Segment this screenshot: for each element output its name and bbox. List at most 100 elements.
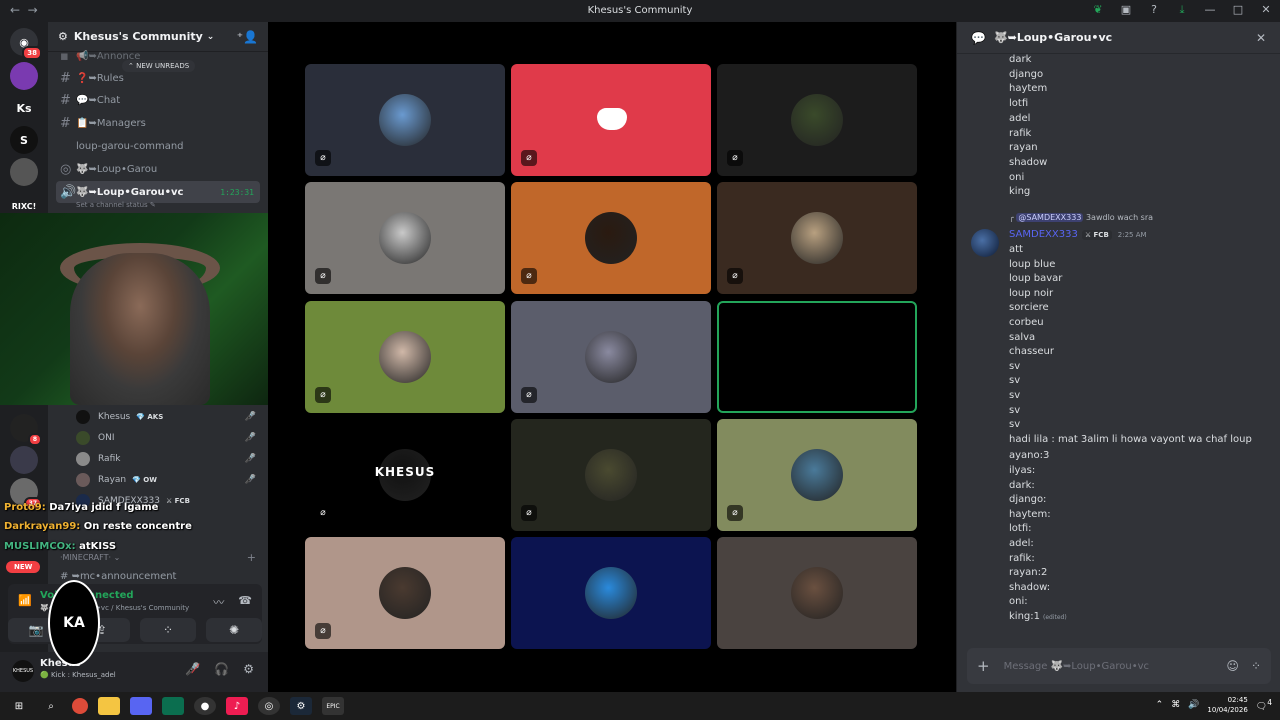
close-icon[interactable]: ✕: [1256, 31, 1266, 45]
video-tile[interactable]: ⌀: [511, 301, 711, 413]
hash-icon: #: [60, 70, 71, 86]
channel-managers[interactable]: # 📋➥Managers: [56, 113, 260, 133]
soundboard-button[interactable]: ✺: [206, 618, 262, 642]
message-author[interactable]: SAMDEXX333 ⚔ FCB 2:25 AM: [1009, 229, 1147, 240]
mic-muted-icon[interactable]: 🎤̸: [185, 662, 200, 676]
app-icon[interactable]: [162, 697, 184, 715]
download-icon[interactable]: ⤓: [1174, 3, 1190, 17]
discord-logo-icon: [597, 108, 627, 130]
avatar: [76, 431, 90, 445]
file-explorer-icon[interactable]: [98, 697, 120, 715]
video-tile[interactable]: ⌀: [511, 64, 711, 176]
disconnect-icon[interactable]: ☎: [238, 594, 252, 610]
help-icon[interactable]: ?: [1146, 3, 1162, 17]
chevron-up-icon[interactable]: ⌃: [1156, 700, 1164, 710]
obs-icon[interactable]: ●: [194, 697, 216, 715]
video-tile[interactable]: ⌀: [511, 419, 711, 531]
video-tile[interactable]: ⌀: [717, 419, 917, 531]
voice-user[interactable]: Rafik 🎤̸: [76, 449, 256, 469]
avatar[interactable]: KHESUS: [12, 660, 34, 682]
video-tile[interactable]: ⌀: [305, 182, 505, 294]
minimize-icon[interactable]: —: [1202, 3, 1218, 17]
stream-chat-line: MUSLIMCOx: atKISS: [4, 541, 117, 552]
muted-icon: ⌀: [727, 150, 743, 166]
server-icon: ⚙: [58, 30, 68, 43]
video-tile[interactable]: [717, 537, 917, 649]
server-icon-4[interactable]: [10, 158, 38, 186]
voice-user[interactable]: ONI 🎤̸: [76, 428, 256, 448]
chat-message-line: shadow: [1009, 156, 1048, 168]
category-minecraft[interactable]: ·MINECRAFT· ⌄ +: [60, 551, 260, 564]
tiktok-icon[interactable]: ♪: [226, 697, 248, 715]
voice-user[interactable]: Rayan 💎 OW 🎤̸: [76, 470, 256, 490]
server-icon-6[interactable]: [10, 446, 38, 474]
avatar[interactable]: [971, 229, 999, 257]
avatar: [791, 212, 843, 264]
activities-button[interactable]: ⁘: [140, 618, 196, 642]
muted-icon: ⌀: [315, 623, 331, 639]
chat-message-line: sv: [1009, 419, 1021, 431]
app-icon[interactable]: ◎: [258, 697, 280, 715]
video-tile[interactable]: ⌀: [511, 182, 711, 294]
settings-gear-icon[interactable]: ⚙: [243, 662, 254, 676]
add-attachment-icon[interactable]: +: [977, 657, 990, 675]
add-channel-icon[interactable]: +: [247, 551, 256, 564]
discord-home-icon[interactable]: ◉ 38: [10, 28, 42, 60]
activities-icon: ⁘: [162, 623, 174, 637]
video-tile[interactable]: ⌀: [717, 182, 917, 294]
muted-icon: ⌀: [521, 387, 537, 403]
server-icon-5[interactable]: 8: [10, 414, 42, 446]
headphones-icon[interactable]: 🎧: [214, 662, 229, 676]
server-icon-s[interactable]: S: [10, 126, 38, 154]
channel-status-hint[interactable]: Set a channel status ✎: [76, 201, 156, 209]
channel-announce-icon: ▪: [60, 48, 69, 64]
search-icon[interactable]: ⌕: [40, 697, 62, 715]
chat-message-line: chasseur: [1009, 346, 1054, 358]
new-unreads-pill[interactable]: ⌃ NEW UNREADS: [122, 60, 196, 72]
channel-loup-garou[interactable]: ◎ 🐺➥Loup•Garou: [56, 159, 260, 179]
muted-icon: ⌀: [315, 387, 331, 403]
steam-icon[interactable]: ⚙: [290, 697, 312, 715]
clock[interactable]: 02:45 10/04/2026: [1207, 695, 1247, 715]
video-tile[interactable]: ⌀: [305, 64, 505, 176]
chat-message-line: dark:: [1009, 479, 1035, 491]
channel-loup-garou-vc[interactable]: 🔊 🐺➥Loup•Garou•vc 1:23:31: [56, 181, 260, 203]
video-tile[interactable]: ⌀: [305, 537, 505, 649]
windows-start-icon[interactable]: ⊞: [8, 697, 30, 715]
network-icon[interactable]: ⌘: [1171, 700, 1180, 710]
new-pill[interactable]: NEW: [6, 561, 41, 573]
server-icon-1[interactable]: [10, 62, 38, 90]
epic-games-icon[interactable]: EPIC: [322, 697, 344, 715]
notification-icon[interactable]: 🗨4: [1256, 698, 1272, 712]
muted-icon: 🎤̸: [244, 412, 256, 422]
channel-chat[interactable]: # 💬➥Chat: [56, 90, 260, 110]
apps-icon[interactable]: ⁘: [1251, 659, 1261, 673]
chat-message-line: adel: [1009, 112, 1031, 124]
message-composer[interactable]: + Message 🐺➥Loup•Garou•vc ☺ ⁘: [967, 648, 1271, 684]
channel-loup-garou-command[interactable]: loup-garou-command: [56, 136, 260, 156]
noise-suppression-icon[interactable]: 〰: [213, 594, 224, 610]
leaf-icon[interactable]: ❦: [1090, 3, 1106, 17]
chrome-icon[interactable]: [72, 698, 88, 714]
reply-reference[interactable]: ╭ @SAMDEXX333 3awdlo wach sra: [1009, 213, 1153, 222]
muted-icon: ⌀: [521, 505, 537, 521]
video-tile[interactable]: ⌀: [717, 64, 917, 176]
muted-icon: 🎤̸: [244, 475, 256, 485]
discord-icon[interactable]: [130, 697, 152, 715]
video-tile[interactable]: ⌀: [305, 301, 505, 413]
maximize-icon[interactable]: □: [1230, 3, 1246, 17]
video-tile[interactable]: KHESUS ⌀: [305, 419, 505, 531]
avatar: [76, 452, 90, 466]
add-member-icon[interactable]: ⁺👤: [237, 30, 258, 44]
message-input[interactable]: Message 🐺➥Loup•Garou•vc: [1004, 661, 1149, 672]
inbox-icon[interactable]: ▣: [1118, 3, 1134, 17]
video-tile[interactable]: [511, 537, 711, 649]
volume-icon[interactable]: 🔊: [1188, 700, 1199, 710]
server-icon-ks[interactable]: Ks: [10, 94, 38, 122]
video-tile[interactable]: [717, 301, 917, 413]
close-window-icon[interactable]: ✕: [1258, 3, 1274, 17]
avatar: [585, 331, 637, 383]
voice-user[interactable]: Khesus 💎 AKS 🎤̸: [76, 407, 256, 427]
chat-message-line: sv: [1009, 390, 1021, 401]
emoji-icon[interactable]: ☺: [1226, 659, 1239, 673]
